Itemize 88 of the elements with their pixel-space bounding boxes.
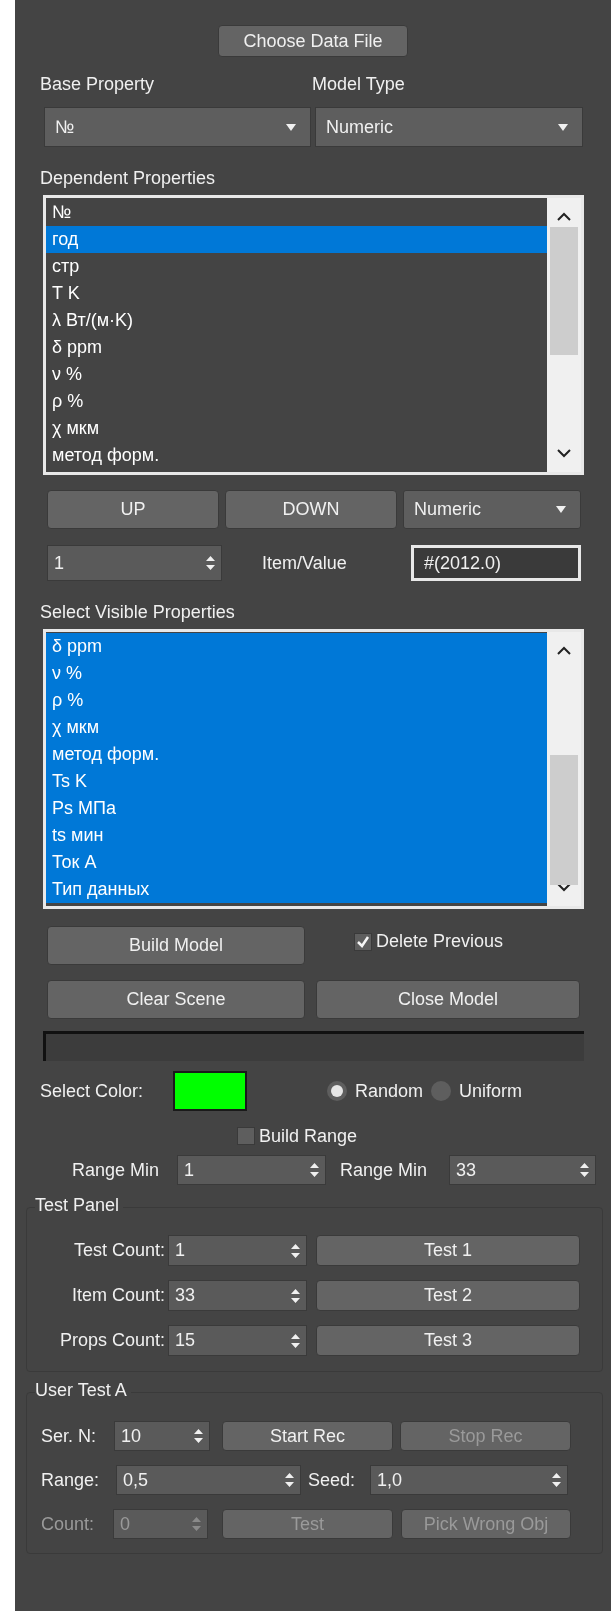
field-label: Range:: [41, 1468, 101, 1492]
radio-label: Random: [355, 1079, 424, 1103]
spinner-arrows-icon[interactable]: [194, 1429, 203, 1443]
field-label: Ser. N:: [41, 1424, 98, 1448]
scrollbar[interactable]: [547, 198, 581, 472]
scroll-thumb[interactable]: [550, 227, 578, 355]
field-label: Range Min: [72, 1158, 161, 1182]
button[interactable]: Start Rec: [222, 1421, 393, 1451]
list-item[interactable]: δ ppm: [46, 334, 547, 361]
list-item[interactable]: ρ %: [46, 388, 547, 415]
button[interactable]: Close Model: [316, 980, 580, 1019]
list-item[interactable]: метод форм.: [46, 741, 547, 768]
list-item[interactable]: ts мин: [46, 822, 547, 849]
button[interactable]: UP: [47, 490, 219, 529]
dropdown-arrow-icon: [556, 506, 566, 513]
button[interactable]: DOWN: [225, 490, 397, 529]
list-item[interactable]: №: [46, 199, 547, 226]
list-item[interactable]: λ Вт/(м·K): [46, 307, 547, 334]
list-item[interactable]: Ts K: [46, 768, 547, 795]
spinner-field[interactable]: 33: [449, 1155, 596, 1185]
checkbox-label: Build Range: [259, 1124, 358, 1148]
field-label: Seed:: [308, 1468, 357, 1492]
radio-label: Uniform: [459, 1079, 523, 1103]
checkbox[interactable]: [237, 1127, 255, 1145]
section-label: Select Visible Properties: [40, 601, 236, 624]
scroll-down-icon[interactable]: [557, 449, 571, 458]
button[interactable]: Test 2: [316, 1280, 580, 1311]
spinner-arrows-icon[interactable]: [291, 1288, 300, 1303]
field-label: Props Count:: [58, 1329, 166, 1352]
field-label: Count:: [41, 1512, 96, 1536]
spinner-field[interactable]: 1,0: [370, 1465, 568, 1495]
button[interactable]: Choose Data File: [218, 25, 408, 57]
color-swatch[interactable]: [173, 1071, 247, 1111]
list-item[interactable]: Тип данных: [46, 876, 547, 903]
list-item[interactable]: ρ %: [46, 687, 547, 714]
field-label: Range Min: [340, 1158, 429, 1182]
section-label: Dependent Properties: [40, 167, 217, 190]
spinner-field[interactable]: 1: [47, 545, 222, 581]
list-item[interactable]: метод форм.: [46, 442, 547, 469]
spinner-arrows-icon[interactable]: [291, 1243, 300, 1258]
radio-button[interactable]: [431, 1081, 452, 1101]
checkbox[interactable]: [354, 932, 372, 951]
spinner-arrows-icon[interactable]: [285, 1473, 294, 1487]
list-item[interactable]: χ мкм: [46, 714, 547, 741]
checkbox-label: Delete Previous: [376, 930, 504, 953]
list-item[interactable]: T K: [46, 280, 547, 307]
scrollbar[interactable]: [547, 632, 581, 906]
spinner-field[interactable]: 33: [168, 1280, 307, 1311]
spinner-arrows-icon[interactable]: [552, 1473, 561, 1487]
field-label: Item Count:: [70, 1284, 166, 1307]
check-icon: [356, 934, 370, 949]
radio-button[interactable]: [327, 1081, 347, 1101]
dropdown-arrow-icon: [558, 123, 568, 131]
list-item[interactable]: Ток А: [46, 849, 547, 876]
list-item[interactable]: ν %: [46, 361, 547, 388]
scroll-up-icon[interactable]: [557, 212, 571, 221]
value-field[interactable]: #(2012.0): [411, 545, 581, 581]
list-item[interactable]: δ ppm: [46, 633, 547, 660]
spinner-arrows-icon[interactable]: [580, 1163, 589, 1177]
list-item[interactable]: Ps МПа: [46, 795, 547, 822]
dropdown[interactable]: №: [44, 107, 311, 147]
button[interactable]: Clear Scene: [47, 980, 305, 1019]
list-item[interactable]: ν %: [46, 660, 547, 687]
list-item[interactable]: стр: [46, 253, 547, 280]
button[interactable]: Build Model: [47, 926, 305, 965]
spinner-field[interactable]: 15: [168, 1325, 307, 1356]
button[interactable]: Test 1: [316, 1235, 580, 1266]
spinner-field[interactable]: 10: [114, 1421, 210, 1451]
list-item[interactable]: χ мкм: [46, 415, 547, 442]
field-label: Base Property: [40, 72, 156, 96]
field-label: Select Color:: [40, 1079, 145, 1103]
field-label: Item/Value: [262, 551, 348, 575]
scroll-thumb[interactable]: [550, 755, 578, 885]
dropdown-arrow-icon: [286, 123, 296, 131]
list-item[interactable]: год: [46, 226, 547, 253]
button[interactable]: Test 3: [316, 1325, 580, 1356]
spinner-field[interactable]: 1: [168, 1235, 307, 1266]
spinner-arrows-icon[interactable]: [310, 1163, 319, 1177]
field-label: Model Type: [312, 72, 405, 96]
dropdown[interactable]: Numeric: [403, 490, 581, 529]
scroll-down-icon[interactable]: [557, 883, 571, 892]
spinner-arrows-icon[interactable]: [206, 556, 215, 570]
dropdown[interactable]: Numeric: [315, 107, 583, 147]
spinner-field[interactable]: 1: [177, 1155, 326, 1185]
spinner-arrows-icon[interactable]: [291, 1333, 300, 1348]
spinner-field[interactable]: 0,5: [116, 1465, 301, 1495]
field-label: Test Count:: [72, 1239, 166, 1262]
scroll-up-icon[interactable]: [557, 646, 571, 655]
